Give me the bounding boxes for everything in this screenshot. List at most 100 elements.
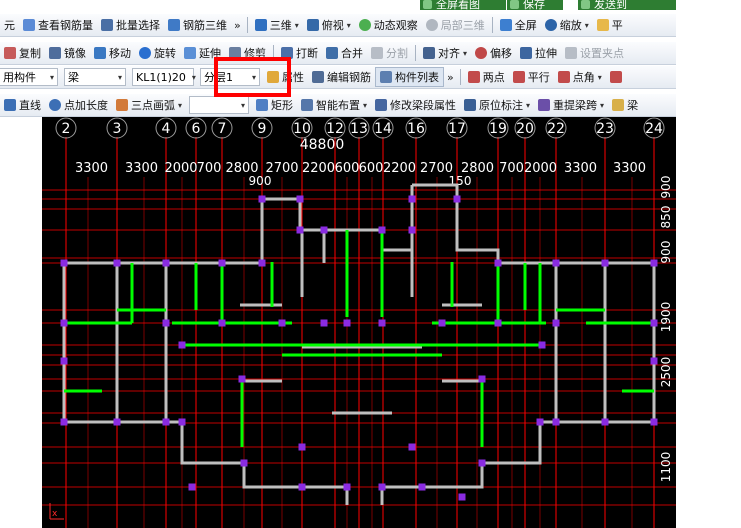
column-marker[interactable] [650, 259, 658, 267]
arc-option-combo[interactable]: ▾ [189, 96, 250, 114]
column-marker[interactable] [343, 483, 351, 491]
wall-line[interactable] [324, 228, 414, 252]
column-marker[interactable] [60, 357, 68, 365]
column-marker[interactable] [218, 259, 226, 267]
column-marker[interactable] [188, 483, 196, 491]
column-marker[interactable] [552, 319, 560, 327]
more-draw-button[interactable] [606, 67, 626, 87]
column-marker[interactable] [458, 493, 466, 501]
align-button[interactable]: 对齐 ▾ [419, 43, 471, 63]
column-marker[interactable] [218, 319, 226, 327]
drawing-canvas[interactable]: 2 3 4 6 7 9 10 12 13 14 16 17 19 20 22 23 24 48800 3300 33… [42, 117, 676, 528]
column-marker[interactable] [438, 319, 446, 327]
column-marker[interactable] [650, 418, 658, 426]
column-marker[interactable] [113, 418, 121, 426]
send-to-button[interactable]: 发送到 [578, 0, 676, 10]
column-marker[interactable] [320, 319, 328, 327]
column-marker[interactable] [408, 443, 416, 451]
column-marker[interactable] [538, 341, 546, 349]
wall-line[interactable] [115, 263, 607, 422]
column-marker[interactable] [258, 259, 266, 267]
wall-line[interactable] [300, 230, 414, 297]
point-length-button[interactable]: 点加长度 [45, 95, 112, 115]
wall-line[interactable] [302, 485, 422, 505]
beam-line[interactable] [270, 262, 454, 307]
column-marker[interactable] [298, 443, 306, 451]
view-3d-button[interactable]: 三维 ▾ [251, 15, 303, 35]
beam-line[interactable] [182, 343, 542, 357]
column-marker[interactable] [162, 319, 170, 327]
wall-line[interactable] [62, 263, 302, 489]
two-point-button[interactable]: 两点 [464, 67, 509, 87]
rectangle-button[interactable]: 矩形 [252, 95, 297, 115]
parallel-button[interactable]: 平行 [509, 67, 554, 87]
column-marker[interactable] [378, 319, 386, 327]
column-marker[interactable] [418, 483, 426, 491]
column-marker[interactable] [552, 259, 560, 267]
column-marker[interactable] [601, 418, 609, 426]
column-marker[interactable] [650, 319, 658, 327]
view-rebar-amount-button[interactable]: 查看钢筋量 [19, 15, 97, 35]
beam-line[interactable] [130, 263, 542, 323]
offset-button[interactable]: 偏移 [471, 43, 516, 63]
toolbar-item-yuan[interactable]: 元 [0, 15, 19, 35]
column-marker[interactable] [552, 418, 560, 426]
wall-line[interactable] [302, 345, 422, 415]
column-marker[interactable] [494, 319, 502, 327]
set-grip-button[interactable]: 设置夹点 [561, 43, 628, 63]
copy-button[interactable]: 复制 [0, 43, 45, 63]
column-marker[interactable] [298, 483, 306, 491]
wall-line[interactable] [410, 183, 654, 265]
column-marker[interactable] [378, 226, 386, 234]
toolbar-overflow-icon[interactable]: » [444, 71, 457, 84]
merge-button[interactable]: 合并 [322, 43, 367, 63]
column-marker[interactable] [453, 195, 461, 203]
column-marker[interactable] [478, 459, 486, 467]
three-point-arc-button[interactable]: 三点画弧 ▾ [112, 95, 186, 115]
column-marker[interactable] [60, 259, 68, 267]
dynamic-orbit-button[interactable]: 动态观察 [355, 15, 422, 35]
column-marker[interactable] [494, 259, 502, 267]
column-marker[interactable] [258, 195, 266, 203]
line-button[interactable]: 直线 [0, 95, 45, 115]
member-list-button[interactable]: 构件列表 [375, 67, 444, 87]
batch-select-button[interactable]: 批量选择 [97, 15, 164, 35]
column-marker[interactable] [650, 357, 658, 365]
stretch-button[interactable]: 拉伸 [516, 43, 561, 63]
modify-span-properties-button[interactable]: 修改梁段属性 [371, 95, 460, 115]
column-marker[interactable] [320, 226, 328, 234]
pan-button[interactable]: 平 [593, 15, 627, 35]
column-marker[interactable] [296, 195, 304, 203]
re-extract-span-button[interactable]: 重提梁跨 ▾ [534, 95, 608, 115]
column-marker[interactable] [60, 319, 68, 327]
save-button[interactable]: 保存 [507, 0, 563, 10]
move-button[interactable]: 移动 [90, 43, 135, 63]
member-name-combo[interactable]: KL1(1)20 ▾ [132, 68, 196, 86]
fullscreen-button[interactable]: 全屏 [496, 15, 541, 35]
edit-rebar-button[interactable]: 编辑钢筋 [308, 67, 375, 87]
column-marker[interactable] [238, 375, 246, 383]
floor-plan-drawing[interactable]: 2 3 4 6 7 9 10 12 13 14 16 17 19 20 22 23 24 488003300 33… [42, 117, 676, 528]
beam-tool-button[interactable]: 梁 [608, 95, 642, 115]
column-marker[interactable] [178, 418, 186, 426]
column-marker[interactable] [408, 226, 416, 234]
rotate-button[interactable]: 旋转 [135, 43, 180, 63]
column-marker[interactable] [601, 259, 609, 267]
column-marker[interactable] [60, 418, 68, 426]
column-marker[interactable] [378, 483, 386, 491]
fullscreen-view-button[interactable]: 全屏看图 [420, 0, 506, 10]
column-marker[interactable] [536, 418, 544, 426]
column-marker[interactable] [240, 459, 248, 467]
column-marker[interactable] [278, 319, 286, 327]
zoom-button[interactable]: 缩放 ▾ [541, 15, 593, 35]
wall-line[interactable] [240, 303, 482, 383]
mirror-button[interactable]: 镜像 [45, 43, 90, 63]
column-marker[interactable] [343, 319, 351, 327]
column-marker[interactable] [408, 195, 416, 203]
top-view-button[interactable]: 俯视 ▾ [303, 15, 355, 35]
column-marker[interactable] [162, 259, 170, 267]
column-marker[interactable] [296, 226, 304, 234]
column-marker[interactable] [162, 418, 170, 426]
column-marker[interactable] [178, 341, 186, 349]
local-3d-button[interactable]: 局部三维 [422, 15, 489, 35]
